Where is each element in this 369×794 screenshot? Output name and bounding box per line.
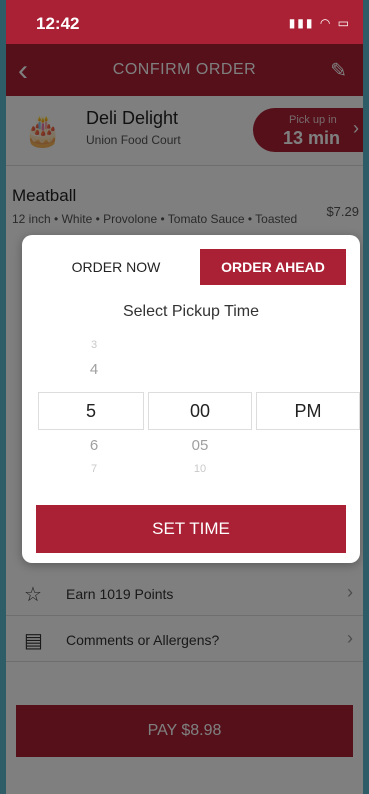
hour-option[interactable]: 4 <box>42 361 146 378</box>
hour-selected[interactable]: 5 <box>38 392 144 430</box>
hour-value: 5 <box>85 401 96 421</box>
ampm-selected[interactable]: PM <box>256 392 360 430</box>
status-bar: 12:42 ▮▮▮ ◠ ▭ <box>6 0 363 44</box>
picker-title: Select Pickup Time <box>122 303 260 320</box>
phone-frame: 12:42 ▮▮▮ ◠ ▭ ‹ CONFIRM ORDER ✎ 🎂 Deli D… <box>0 0 369 794</box>
pickup-time-modal: ORDER NOW ORDER AHEAD Select Pickup Time… <box>22 235 360 563</box>
hour-option[interactable]: 3 <box>42 339 146 351</box>
minute-value: 00 <box>189 401 211 421</box>
status-icons: ▮▮▮ ◠ ▭ <box>288 16 351 30</box>
tab-order-ahead[interactable]: ORDER AHEAD <box>200 249 346 285</box>
hour-option[interactable]: 7 <box>42 463 146 475</box>
hour-option[interactable]: 6 <box>42 437 146 454</box>
tab-order-now[interactable]: ORDER NOW <box>36 249 196 285</box>
minute-selected[interactable]: 00 <box>148 392 252 430</box>
status-time: 12:42 <box>36 14 80 33</box>
set-time-button[interactable]: SET TIME <box>36 505 346 553</box>
minute-option[interactable]: 05 <box>148 437 252 454</box>
minute-option[interactable]: 10 <box>148 463 252 475</box>
ampm-value: PM <box>294 401 322 421</box>
